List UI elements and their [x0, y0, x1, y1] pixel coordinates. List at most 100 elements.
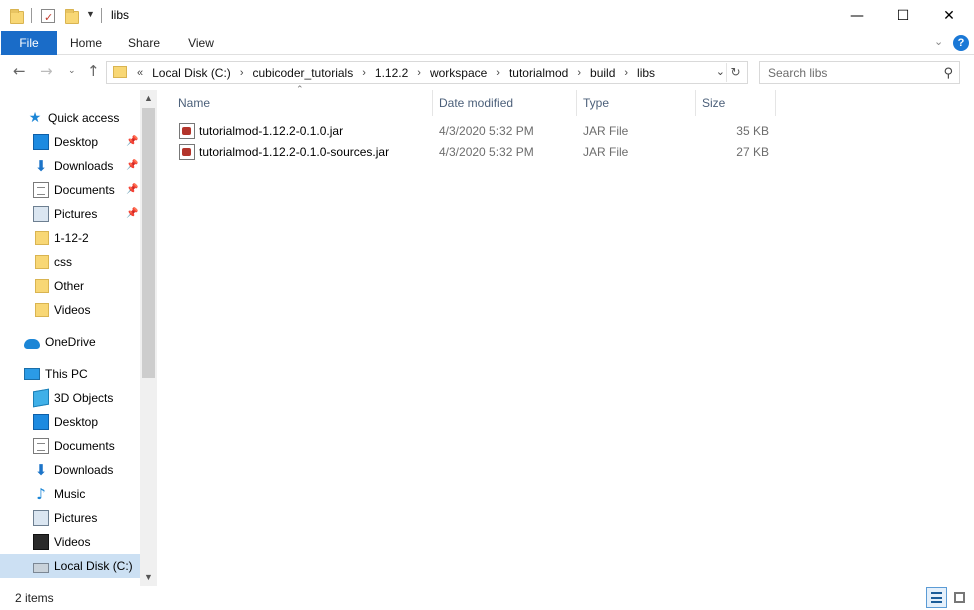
sidebar-item-other[interactable]: Other	[0, 274, 140, 298]
close-button[interactable]: ✕	[926, 0, 972, 31]
breadcrumb-item[interactable]: tutorialmod	[506, 66, 571, 80]
column-header-size[interactable]: Size	[696, 90, 776, 116]
breadcrumb-item[interactable]: workspace	[427, 66, 490, 80]
desktop-icon	[33, 414, 49, 430]
sidebar-item-videos[interactable]: Videos	[0, 530, 140, 554]
jar-file-icon	[179, 123, 195, 139]
separator	[101, 8, 102, 23]
sidebar-item-this-pc[interactable]: This PC	[0, 362, 140, 386]
sidebar-item-downloads[interactable]: ⬇ Downloads	[0, 458, 140, 482]
new-folder-icon[interactable]	[65, 8, 79, 24]
sidebar-item-videos[interactable]: Videos	[0, 298, 140, 322]
sidebar-item-pictures[interactable]: Pictures	[0, 506, 140, 530]
sidebar-item-label: Quick access	[48, 111, 120, 125]
chevron-right-icon[interactable]: ›	[618, 67, 634, 79]
tab-share[interactable]: Share	[122, 31, 166, 55]
music-icon: ♪	[36, 485, 46, 503]
details-view-button[interactable]	[926, 587, 947, 608]
sidebar-item-label: This PC	[45, 367, 88, 381]
sidebar-item-css[interactable]: css	[0, 250, 140, 274]
breadcrumb-item[interactable]: cubicoder_tutorials	[249, 66, 356, 80]
file-type: JAR File	[583, 145, 629, 159]
folder-icon	[113, 66, 127, 78]
downloads-icon: ⬇	[34, 461, 48, 479]
column-header-type[interactable]: Type	[577, 90, 696, 116]
scroll-thumb[interactable]	[142, 108, 155, 378]
sidebar-item-label: Videos	[54, 303, 91, 317]
file-row[interactable]: tutorialmod-1.12.2-0.1.0-sources.jar 4/3…	[172, 142, 782, 163]
sidebar-item-downloads[interactable]: ⬇ Downloads 📌	[0, 154, 140, 178]
sidebar-item-desktop[interactable]: Desktop 📌	[0, 130, 140, 154]
maximize-button[interactable]: ☐	[880, 0, 926, 31]
breadcrumb-item[interactable]: Local Disk (C:)	[149, 66, 234, 80]
forward-arrow-icon[interactable]: →	[40, 62, 53, 80]
file-type: JAR File	[583, 124, 629, 138]
sidebar-item-label: OneDrive	[45, 335, 96, 349]
recent-locations-icon[interactable]: ⌄	[68, 66, 76, 76]
sidebar-item-3d-objects[interactable]: 3D Objects	[0, 386, 140, 410]
pin-icon[interactable]: 📌	[126, 136, 138, 147]
sidebar-item-music[interactable]: ♪ Music	[0, 482, 140, 506]
sidebar-item-onedrive[interactable]: OneDrive	[0, 330, 140, 354]
address-bar[interactable]: « Local Disk (C:) › cubicoder_tutorials …	[106, 61, 748, 84]
refresh-icon[interactable]: ↻	[726, 63, 744, 82]
sidebar-item-label: Downloads	[54, 463, 114, 477]
chevron-right-icon[interactable]: ›	[571, 67, 587, 79]
search-input[interactable]: Search libs ⚲	[759, 61, 960, 84]
documents-icon	[33, 438, 49, 454]
sidebar-item-pictures[interactable]: Pictures 📌	[0, 202, 140, 226]
file-name: tutorialmod-1.12.2-0.1.0-sources.jar	[199, 145, 390, 159]
chevron-right-icon[interactable]: ›	[234, 67, 250, 79]
tab-home[interactable]: Home	[64, 31, 108, 55]
file-row[interactable]: tutorialmod-1.12.2-0.1.0.jar 4/3/2020 5:…	[172, 121, 782, 142]
chevron-down-icon[interactable]: ⌄	[716, 65, 725, 78]
pin-icon[interactable]: 📌	[126, 160, 138, 171]
folder-icon	[35, 231, 49, 245]
column-header-name[interactable]: Name	[172, 90, 433, 116]
minimize-button[interactable]: —	[834, 0, 880, 31]
sidebar-item-label: Other	[54, 279, 85, 293]
properties-icon[interactable]: ✓	[41, 8, 55, 24]
scroll-down-icon[interactable]: ▼	[140, 569, 157, 586]
breadcrumb: « Local Disk (C:) › cubicoder_tutorials …	[131, 62, 658, 83]
pin-icon[interactable]: 📌	[126, 208, 138, 219]
scroll-up-icon[interactable]: ▲	[140, 90, 157, 107]
customize-toolbar-icon[interactable]: ▼	[86, 9, 95, 19]
search-icon: ⚲	[943, 65, 953, 80]
large-icons-view-button[interactable]	[949, 587, 970, 608]
sidebar-item-desktop[interactable]: Desktop	[0, 410, 140, 434]
chevron-right-icon[interactable]: ›	[356, 67, 372, 79]
nav-scrollbar[interactable]: ▲ ▼	[140, 90, 157, 586]
breadcrumb-item-current[interactable]: libs	[634, 66, 658, 80]
sidebar-item-documents[interactable]: Documents 📌	[0, 178, 140, 202]
expand-ribbon-icon[interactable]: ⌄	[934, 35, 943, 48]
sidebar-item-label: Desktop	[54, 135, 99, 149]
folder-icon	[35, 279, 49, 293]
breadcrumb-item[interactable]: build	[587, 66, 618, 80]
overflow-icon[interactable]: «	[131, 67, 149, 79]
sidebar-item-local-disk[interactable]: Local Disk (C:)	[0, 554, 140, 578]
cloud-icon	[24, 339, 40, 349]
help-icon[interactable]: ?	[953, 35, 969, 51]
3d-objects-icon	[33, 388, 49, 408]
breadcrumb-item[interactable]: 1.12.2	[372, 66, 411, 80]
sidebar-item-1-12-2[interactable]: 1-12-2	[0, 226, 140, 250]
sidebar-item-label: Documents	[54, 183, 115, 197]
jar-file-icon	[179, 144, 195, 160]
up-arrow-icon[interactable]: ↑	[87, 62, 100, 80]
title-bar: ✓ ▼ libs — ☐ ✕	[0, 0, 974, 31]
item-count: 2 items	[15, 591, 54, 605]
back-arrow-icon[interactable]: ←	[13, 62, 26, 80]
sidebar-item-label: css	[54, 255, 72, 269]
chevron-right-icon[interactable]: ›	[490, 67, 506, 79]
tab-file[interactable]: File	[1, 31, 57, 55]
sidebar-item-label: Videos	[54, 535, 91, 549]
column-header-date-modified[interactable]: Date modified	[433, 90, 577, 116]
sidebar-item-label: Desktop	[54, 415, 99, 429]
pin-icon[interactable]: 📌	[126, 184, 138, 195]
sidebar-item-documents[interactable]: Documents	[0, 434, 140, 458]
chevron-right-icon[interactable]: ›	[411, 67, 427, 79]
tab-view[interactable]: View	[180, 31, 222, 55]
sidebar-item-quick-access[interactable]: ★ Quick access	[0, 106, 140, 130]
sidebar-item-label: Pictures	[54, 207, 98, 221]
